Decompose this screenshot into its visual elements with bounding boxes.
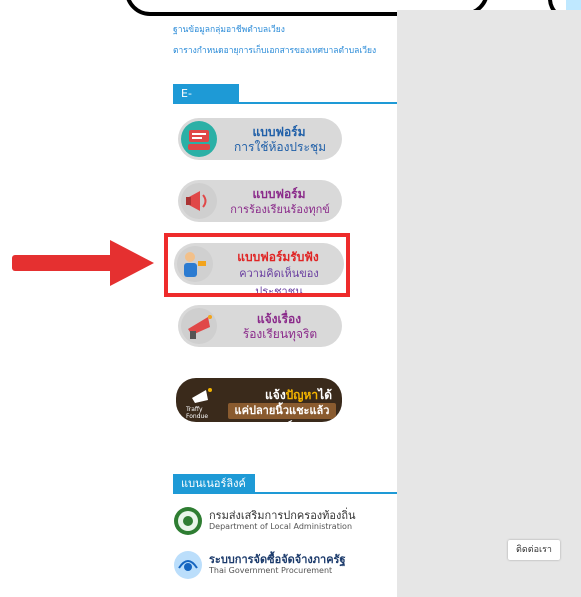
- megaphone-report-icon: [180, 307, 218, 345]
- pointer-arrow-icon: [110, 240, 154, 286]
- highlight-box: [164, 233, 350, 297]
- eform-line2: การใช้ห้องประชุม: [234, 140, 326, 154]
- org-name-en: Department of Local Administration: [209, 522, 353, 531]
- banner-links-underline: [173, 492, 397, 494]
- banner-tagline: แค่ปลายนิ้วแชะแล้วแชร์: [228, 403, 336, 422]
- pointer-arrow-shaft: [12, 255, 122, 271]
- eservice-heading-underline: [173, 102, 397, 104]
- eform-complaint[interactable]: แบบฟอร์ม การร้องเรียนร้องทุกข์: [178, 180, 342, 222]
- eservice-heading: E-Service: [173, 84, 239, 120]
- dla-seal-icon: [173, 506, 203, 536]
- banner-links-heading: แบนเนอร์ลิงค์: [173, 474, 255, 494]
- right-panel: [397, 10, 581, 597]
- eform-line2: การร้องเรียนร้องทุกข์: [230, 203, 330, 216]
- traffy-fondue-logo: Traffy Fondue: [186, 384, 222, 420]
- eform-line2: ร้องเรียนทุจริต: [242, 327, 318, 341]
- link-document-retention[interactable]: ตารางกำหนดอายุการเก็บเอกสารของเทศบาลตำบล…: [173, 43, 376, 57]
- eform-corruption-report[interactable]: แจ้งเรื่อง ร้องเรียนทุจริต: [178, 305, 342, 347]
- procurement-logo-icon: [173, 550, 203, 580]
- contact-button[interactable]: ติดต่อเรา: [508, 540, 560, 560]
- org-name-en: Thai Government Procurement: [209, 566, 333, 575]
- traffy-fondue-banner[interactable]: Traffy Fondue แจ้งปัญหาได้ แค่ปลายนิ้วแช…: [176, 378, 342, 422]
- megaphone-icon: [180, 182, 218, 220]
- link-occupation-groups[interactable]: ฐานข้อมูลกลุ่มอาชีพตำบลเวียง: [173, 22, 285, 36]
- eform-meeting-room[interactable]: แบบฟอร์ม การใช้ห้องประชุม: [178, 118, 342, 160]
- meeting-room-icon: [180, 120, 218, 158]
